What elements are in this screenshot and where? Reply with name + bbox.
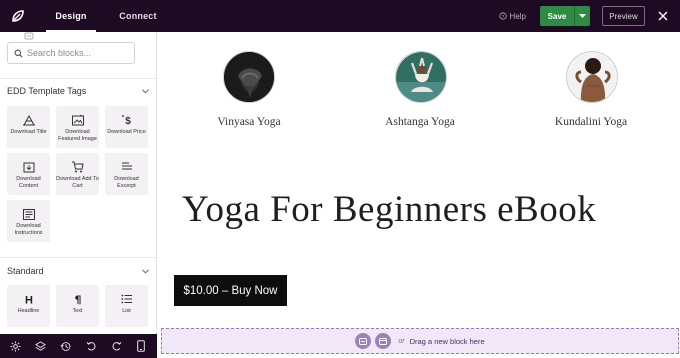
price-icon: $ — [121, 115, 131, 126]
excerpt-icon — [121, 162, 132, 170]
block-download-content[interactable]: Download Content — [7, 153, 50, 195]
add-template-icon[interactable] — [375, 333, 392, 349]
yoga-label-vinyasa: Vinyasa Yoga — [217, 116, 281, 128]
search-icon — [14, 49, 23, 58]
title-icon — [22, 114, 35, 125]
add-section-icon[interactable] — [355, 333, 372, 349]
headline-icon: H — [25, 295, 33, 306]
section-header-standard[interactable]: Standard — [7, 263, 149, 279]
svg-text:H: H — [25, 295, 33, 306]
preview-button[interactable]: Preview — [602, 6, 645, 26]
list-icon — [120, 294, 132, 304]
save-button[interactable]: Save — [540, 6, 574, 26]
block-headline[interactable]: H Headline — [7, 285, 50, 327]
collapse-handle-icon[interactable] — [24, 32, 34, 40]
help-link[interactable]: ? Help — [498, 11, 526, 21]
featured-image-icon — [71, 114, 84, 125]
svg-text:$: $ — [125, 116, 131, 126]
page-canvas: Vinyasa Yoga Ashtanga Yoga Kundalini Yog… — [160, 32, 680, 358]
help-label: Help — [509, 11, 526, 21]
chevron-down-icon — [142, 88, 149, 93]
settings-icon[interactable] — [9, 339, 23, 353]
bottom-toolbar — [0, 334, 157, 358]
tab-connect[interactable]: Connect — [108, 0, 168, 32]
section-title: Standard — [7, 266, 44, 276]
cart-icon — [72, 161, 84, 173]
blocks-sidebar: Search blocks... EDD Template Tags Downl… — [0, 32, 157, 334]
svg-text:?: ? — [501, 14, 504, 20]
search-blocks[interactable]: Search blocks... — [7, 42, 135, 64]
block-download-add-to-cart[interactable]: Download Add To Cart — [56, 153, 99, 195]
chevron-down-icon — [142, 268, 149, 273]
drop-zone-or: or — [398, 337, 405, 345]
kundalini-yoga-image[interactable] — [566, 51, 618, 103]
yoga-label-ashtanga: Ashtanga Yoga — [385, 116, 455, 128]
svg-text:¶: ¶ — [74, 294, 81, 306]
top-bar: Design Connect ? Help Save Preview — [0, 0, 680, 32]
vinyasa-yoga-image[interactable] — [223, 51, 275, 103]
seedprod-logo-icon[interactable] — [0, 0, 36, 32]
help-icon: ? — [498, 12, 507, 20]
paragraph-icon: ¶ — [74, 294, 81, 306]
block-list[interactable]: List — [105, 285, 148, 327]
mobile-preview-icon[interactable] — [134, 339, 148, 353]
buy-now-button[interactable]: $10.00 – Buy Now — [174, 275, 287, 306]
block-download-title[interactable]: Download Title — [7, 106, 50, 148]
layers-icon[interactable] — [34, 339, 48, 353]
tab-design[interactable]: Design — [46, 0, 96, 32]
caret-down-icon — [579, 13, 586, 18]
yoga-label-kundalini: Kundalini Yoga — [554, 116, 628, 128]
block-text[interactable]: ¶ Text — [56, 285, 99, 327]
divider — [0, 78, 156, 79]
redo-icon[interactable] — [109, 339, 123, 353]
instructions-icon — [22, 208, 35, 220]
block-download-featured-image[interactable]: Download Featured Image — [56, 106, 99, 148]
block-download-instructions[interactable]: Download Instructions — [7, 200, 50, 242]
block-download-price[interactable]: $ Download Price — [105, 106, 148, 148]
page-title[interactable]: Yoga For Beginners eBook — [182, 188, 596, 231]
drop-zone[interactable]: or Drag a new block here — [161, 328, 679, 354]
history-icon[interactable] — [59, 339, 73, 353]
ashtanga-yoga-image[interactable] — [395, 51, 447, 103]
search-input[interactable]: Search blocks... — [27, 48, 91, 58]
save-options-button[interactable] — [574, 6, 590, 26]
section-header-edd[interactable]: EDD Template Tags — [7, 83, 149, 99]
divider — [0, 257, 156, 258]
block-download-excerpt[interactable]: Download Excerpt — [105, 153, 148, 195]
drop-zone-text: Drag a new block here — [409, 336, 485, 346]
section-title: EDD Template Tags — [7, 86, 87, 96]
save-button-group: Save — [540, 6, 590, 26]
undo-icon[interactable] — [84, 339, 98, 353]
close-icon[interactable] — [656, 9, 670, 23]
content-icon — [23, 162, 34, 172]
